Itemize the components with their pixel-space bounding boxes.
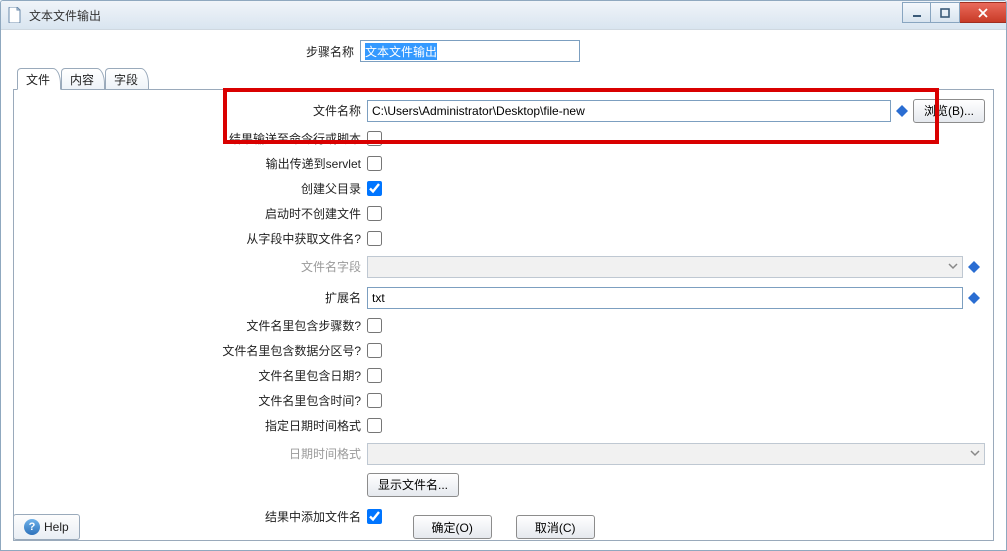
ok-button[interactable]: 确定(O)	[413, 515, 492, 539]
include-time-checkbox[interactable]	[367, 393, 382, 408]
include-date-checkbox[interactable]	[367, 368, 382, 383]
variable-diamond-icon[interactable]	[895, 104, 909, 118]
tab-file[interactable]: 文件	[17, 68, 61, 90]
maximize-button[interactable]	[931, 2, 960, 23]
filename-from-field-label: 从字段中获取文件名?	[22, 230, 367, 247]
filename-field-label: 文件名字段	[22, 258, 367, 275]
dialog-window: 文本文件输出 步骤名称 文本文件输出 文件 内容 字段 文件名称 浏览(B)..…	[0, 0, 1007, 551]
include-date-label: 文件名里包含日期?	[22, 367, 367, 384]
create-parent-row: 创建父目录	[22, 177, 985, 200]
filename-field-select	[367, 256, 963, 278]
specify-fmt-row: 指定日期时间格式	[22, 414, 985, 437]
include-partition-checkbox[interactable]	[367, 343, 382, 358]
filename-field-row: 文件名字段	[22, 252, 985, 281]
no-create-start-row: 启动时不创建文件	[22, 202, 985, 225]
include-time-label: 文件名里包含时间?	[22, 392, 367, 409]
run-as-cmd-checkbox[interactable]	[367, 131, 382, 146]
file-name-row: 文件名称 浏览(B)...	[22, 96, 985, 125]
specify-fmt-checkbox[interactable]	[367, 418, 382, 433]
variable-diamond-icon[interactable]	[967, 260, 981, 274]
no-create-start-checkbox[interactable]	[367, 206, 382, 221]
footer: ? Help 确定(O) 取消(C)	[13, 512, 994, 542]
output-servlet-row: 输出传递到servlet	[22, 152, 985, 175]
tab-fields[interactable]: 字段	[105, 68, 149, 89]
show-filenames-row: 显示文件名...	[22, 470, 985, 499]
run-as-cmd-label: 结果输送至命令行或脚本	[22, 130, 367, 147]
include-partition-label: 文件名里包含数据分区号?	[22, 342, 367, 359]
step-name-value: 文本文件输出	[365, 43, 437, 60]
document-icon	[7, 7, 23, 23]
file-panel: 文件名称 浏览(B)... 结果输送至命令行或脚本 输出传递到servlet 创…	[13, 90, 994, 541]
include-stepnr-label: 文件名里包含步骤数?	[22, 317, 367, 334]
footer-buttons: 确定(O) 取消(C)	[413, 515, 595, 539]
tab-content[interactable]: 内容	[61, 68, 105, 89]
create-parent-checkbox[interactable]	[367, 181, 382, 196]
datetime-fmt-label: 日期时间格式	[22, 445, 367, 462]
extension-label: 扩展名	[22, 289, 367, 306]
client-area: 步骤名称 文本文件输出 文件 内容 字段 文件名称 浏览(B)... 结果输送至…	[1, 30, 1006, 550]
window-buttons	[902, 2, 1007, 24]
tab-bar: 文件 内容 字段	[13, 68, 994, 90]
output-servlet-label: 输出传递到servlet	[22, 155, 367, 172]
include-time-row: 文件名里包含时间?	[22, 389, 985, 412]
include-stepnr-checkbox[interactable]	[367, 318, 382, 333]
include-date-row: 文件名里包含日期?	[22, 364, 985, 387]
chevron-down-icon	[948, 260, 958, 274]
filename-from-field-row: 从字段中获取文件名?	[22, 227, 985, 250]
chevron-down-icon	[970, 447, 980, 461]
run-as-cmd-row: 结果输送至命令行或脚本	[22, 127, 985, 150]
step-name-row: 步骤名称 文本文件输出	[13, 40, 994, 62]
specify-fmt-label: 指定日期时间格式	[22, 417, 367, 434]
extension-input[interactable]	[367, 287, 963, 309]
help-label: Help	[44, 520, 69, 534]
include-stepnr-row: 文件名里包含步骤数?	[22, 314, 985, 337]
show-filenames-button[interactable]: 显示文件名...	[367, 473, 459, 497]
filename-from-field-checkbox[interactable]	[367, 231, 382, 246]
output-servlet-checkbox[interactable]	[367, 156, 382, 171]
help-icon: ?	[24, 519, 40, 535]
include-partition-row: 文件名里包含数据分区号?	[22, 339, 985, 362]
no-create-start-label: 启动时不创建文件	[22, 205, 367, 222]
file-name-input[interactable]	[367, 100, 891, 122]
step-name-label: 步骤名称	[13, 43, 360, 60]
minimize-button[interactable]	[902, 2, 931, 23]
step-name-input[interactable]: 文本文件输出	[360, 40, 580, 62]
datetime-fmt-select	[367, 443, 985, 465]
help-button[interactable]: ? Help	[13, 514, 80, 540]
variable-diamond-icon[interactable]	[967, 291, 981, 305]
extension-row: 扩展名	[22, 283, 985, 312]
browse-button[interactable]: 浏览(B)...	[913, 99, 985, 123]
window-title: 文本文件输出	[29, 7, 902, 24]
close-button[interactable]	[960, 2, 1007, 23]
title-bar: 文本文件输出	[1, 1, 1006, 30]
datetime-fmt-row: 日期时间格式	[22, 439, 985, 468]
cancel-button[interactable]: 取消(C)	[516, 515, 595, 539]
create-parent-label: 创建父目录	[22, 180, 367, 197]
file-name-label: 文件名称	[22, 102, 367, 119]
